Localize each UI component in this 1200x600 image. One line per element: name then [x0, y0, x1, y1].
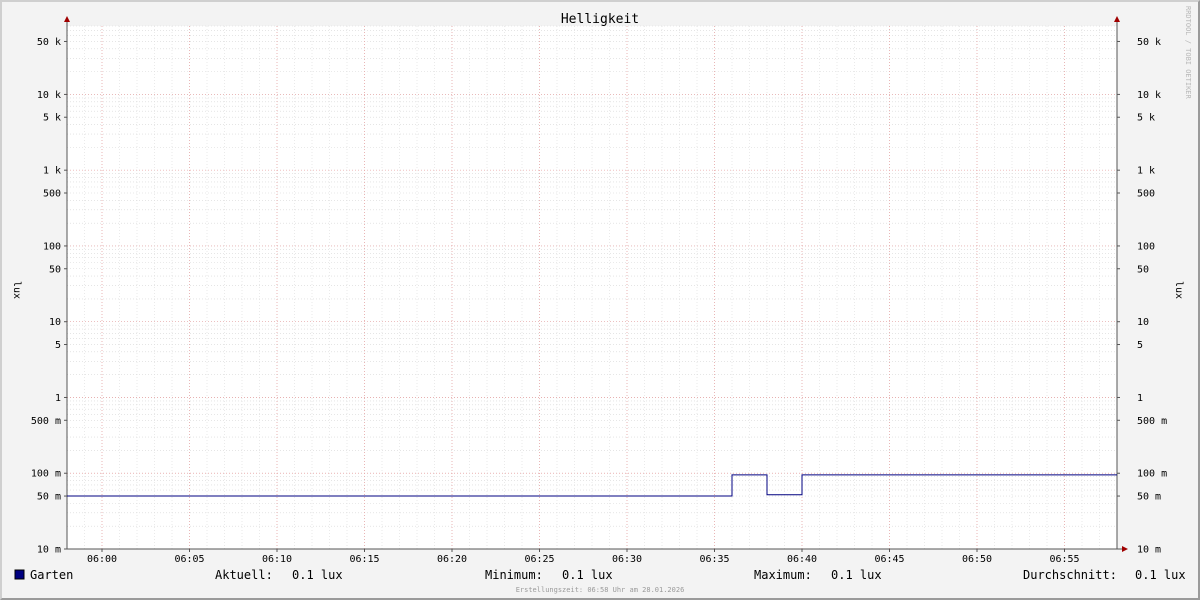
legend-series-name: Garten	[30, 568, 73, 582]
x-tick-label: 06:15	[349, 554, 379, 565]
y-axis-label-left: lux	[11, 281, 22, 299]
x-tick-label: 06:40	[787, 554, 817, 565]
watermark: RRDTOOL / TOBI OETIKER	[1184, 6, 1192, 100]
y-tick-label-right: 100	[1137, 241, 1155, 252]
legend-max-label: Maximum:	[754, 568, 812, 582]
x-tick-label: 06:00	[87, 554, 117, 565]
grid	[66, 25, 1118, 550]
y-tick-label-right: 1	[1137, 393, 1143, 404]
x-tick-label: 06:20	[437, 554, 467, 565]
legend-current-value: 0.1 lux	[292, 568, 343, 582]
y-tick-label-left: 500 m	[31, 416, 61, 427]
y-tick-label-left: 1	[55, 393, 61, 404]
y-tick-label-right: 50	[1137, 264, 1149, 275]
x-tick-label: 06:25	[524, 554, 554, 565]
y-axis-label-right: lux	[1173, 281, 1184, 299]
y-tick-label-left: 500	[43, 188, 61, 199]
legend-max-value: 0.1 lux	[831, 568, 882, 582]
y-tick-label-right: 10	[1137, 317, 1149, 328]
x-tick-label: 06:55	[1049, 554, 1079, 565]
y-axis-left-arrow	[64, 16, 70, 22]
y-tick-label-left: 5	[55, 340, 61, 351]
y-axis-right-arrow	[1114, 16, 1120, 22]
y-tick-label-left: 10 m	[37, 545, 61, 556]
y-tick-label-left: 100 m	[31, 469, 61, 480]
y-tick-label-right: 5 k	[1137, 113, 1155, 124]
legend-swatch-garten	[14, 569, 25, 580]
y-tick-label-right: 50 m	[1137, 492, 1161, 503]
y-tick-label-right: 10 m	[1137, 545, 1161, 556]
y-tick-label-left: 10 k	[37, 90, 61, 101]
x-tick-label: 06:45	[874, 554, 904, 565]
y-tick-label-right: 500 m	[1137, 416, 1167, 427]
legend-min-label: Minimum:	[485, 568, 543, 582]
y-tick-label-left: 50 m	[37, 492, 61, 503]
legend-avg-value: 0.1 lux	[1135, 568, 1186, 582]
y-tick-label-right: 10 k	[1137, 90, 1161, 101]
chart-title: Helligkeit	[561, 12, 639, 27]
x-tick-label: 06:50	[962, 554, 992, 565]
y-tick-label-left: 10	[49, 317, 61, 328]
x-axis-arrow	[1122, 546, 1128, 552]
x-tick-label: 06:35	[699, 554, 729, 565]
y-tick-label-left: 50 k	[37, 37, 61, 48]
x-tick-label: 06:10	[262, 554, 292, 565]
chart-frame: 50 k 50 k 10 k 10 k5 k5 k1 k1 k 500 500 100 100…	[0, 0, 1200, 600]
y-tick-label-left: 50	[49, 264, 61, 275]
legend-current-label: Aktuell:	[215, 568, 273, 582]
y-tick-label-right: 1 k	[1137, 166, 1155, 177]
legend-min-value: 0.1 lux	[562, 568, 613, 582]
y-tick-label-right: 100 m	[1137, 469, 1167, 480]
brightness-chart: 50 k 50 k10 k 10 k5 k5 k1 k1 k500 500100 100…	[11, 6, 1192, 594]
legend-avg-label: Durchschnitt:	[1023, 568, 1117, 582]
y-tick-label-right: 500	[1137, 188, 1155, 199]
y-tick-label-left: 1 k	[43, 166, 61, 177]
y-tick-label-right: 5	[1137, 340, 1143, 351]
y-tick-label-left: 100	[43, 241, 61, 252]
x-tick-label: 06:05	[174, 554, 204, 565]
y-tick-label-right: 50 k	[1137, 37, 1161, 48]
creation-time-footer: Erstellungszeit: 06:58 Uhr am 28.01.2026	[516, 586, 685, 594]
x-tick-label: 06:30	[612, 554, 642, 565]
y-tick-label-left: 5 k	[43, 113, 61, 124]
